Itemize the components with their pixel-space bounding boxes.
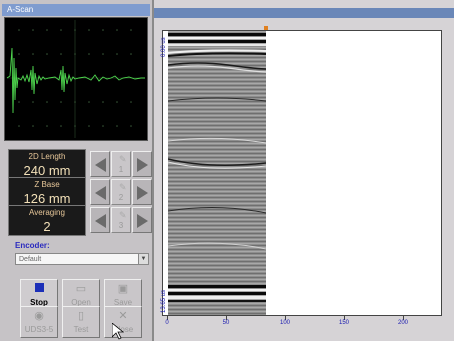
averaging-step-number: 3 — [118, 221, 124, 230]
averaging-label: Averaging — [29, 208, 65, 217]
arrow-left-icon — [95, 158, 106, 172]
x-tick-label: 150 — [338, 320, 349, 326]
zbase-display: Z Base 126 mm — [8, 177, 86, 208]
pencil-icon: ✎ — [119, 182, 127, 192]
encoder-label: Encoder: — [15, 241, 50, 250]
arrow-left-icon — [95, 214, 106, 228]
test-button[interactable]: ▯ Test — [62, 306, 100, 338]
mouse-cursor-icon — [112, 323, 124, 340]
x-axis: 0 50 100 150 200 — [162, 316, 442, 336]
zbase-step-number: 2 — [118, 193, 124, 202]
length-edit-button[interactable]: ✎ 1 — [111, 151, 131, 177]
bscan-panel: 0.00 us 13.65 us 0 50 100 150 200 — [152, 0, 454, 341]
ascan-title: A-Scan — [7, 5, 34, 14]
length-increase-button[interactable] — [132, 151, 152, 177]
panel-top-bar — [154, 8, 454, 18]
length-step-number: 1 — [118, 165, 124, 174]
zbase-increase-button[interactable] — [132, 179, 152, 205]
zbase-edit-button[interactable]: ✎ 2 — [111, 179, 131, 205]
test-icon: ▯ — [77, 310, 85, 322]
encoder-select[interactable]: Default ▼ — [15, 253, 149, 265]
bscan-image — [168, 31, 266, 315]
ascan-waveform — [6, 20, 145, 138]
y-axis-bottom-label: 13.65 us — [161, 289, 167, 313]
averaging-decrease-button[interactable] — [90, 207, 110, 233]
arrow-right-icon — [137, 186, 148, 200]
averaging-edit-button[interactable]: ✎ 3 — [111, 207, 131, 233]
test-label: Test — [73, 325, 89, 334]
pencil-icon: ✎ — [119, 210, 127, 220]
length-label: 2D Length — [28, 152, 66, 161]
x-tick-label: 200 — [397, 320, 408, 326]
arrow-right-icon — [137, 158, 148, 172]
length-decrease-button[interactable] — [90, 151, 110, 177]
udsb-label: UDS3-5 — [24, 325, 54, 334]
averaging-value: 2 — [43, 219, 51, 234]
folder-icon: ▭ — [75, 283, 87, 295]
disk-icon: ▣ — [117, 283, 129, 295]
averaging-display: Averaging 2 — [8, 205, 86, 236]
length-value: 240 mm — [23, 163, 71, 178]
x-tick-label: 50 — [222, 320, 230, 326]
dropdown-arrow-icon[interactable]: ▼ — [138, 254, 148, 264]
x-tick-label: 0 — [165, 320, 169, 326]
zbase-decrease-button[interactable] — [90, 179, 110, 205]
averaging-increase-button[interactable] — [132, 207, 152, 233]
zbase-value: 126 mm — [23, 191, 71, 206]
arrow-left-icon — [95, 186, 106, 200]
left-control-panel: A-Scan 2D Length 240 mm ✎ 1 Z Base 126 m… — [0, 0, 152, 341]
udsb-button[interactable]: ◉ UDS3-5 — [20, 306, 58, 338]
zbase-label: Z Base — [34, 180, 60, 189]
ascan-display — [4, 17, 148, 141]
stop-icon — [21, 283, 57, 295]
bscan-plot-area: 0.00 us 13.65 us — [161, 30, 442, 316]
pencil-icon: ✎ — [119, 154, 127, 164]
arrow-right-icon — [137, 214, 148, 228]
encoder-value: Default — [19, 256, 42, 263]
length-display: 2D Length 240 mm — [8, 149, 86, 180]
y-axis-top-label: 0.00 us — [161, 37, 167, 57]
ascan-title-bar: A-Scan — [2, 4, 150, 16]
x-tick-label: 100 — [279, 320, 290, 326]
close-icon: ✕ — [118, 310, 128, 322]
device-icon: ◉ — [34, 310, 44, 322]
